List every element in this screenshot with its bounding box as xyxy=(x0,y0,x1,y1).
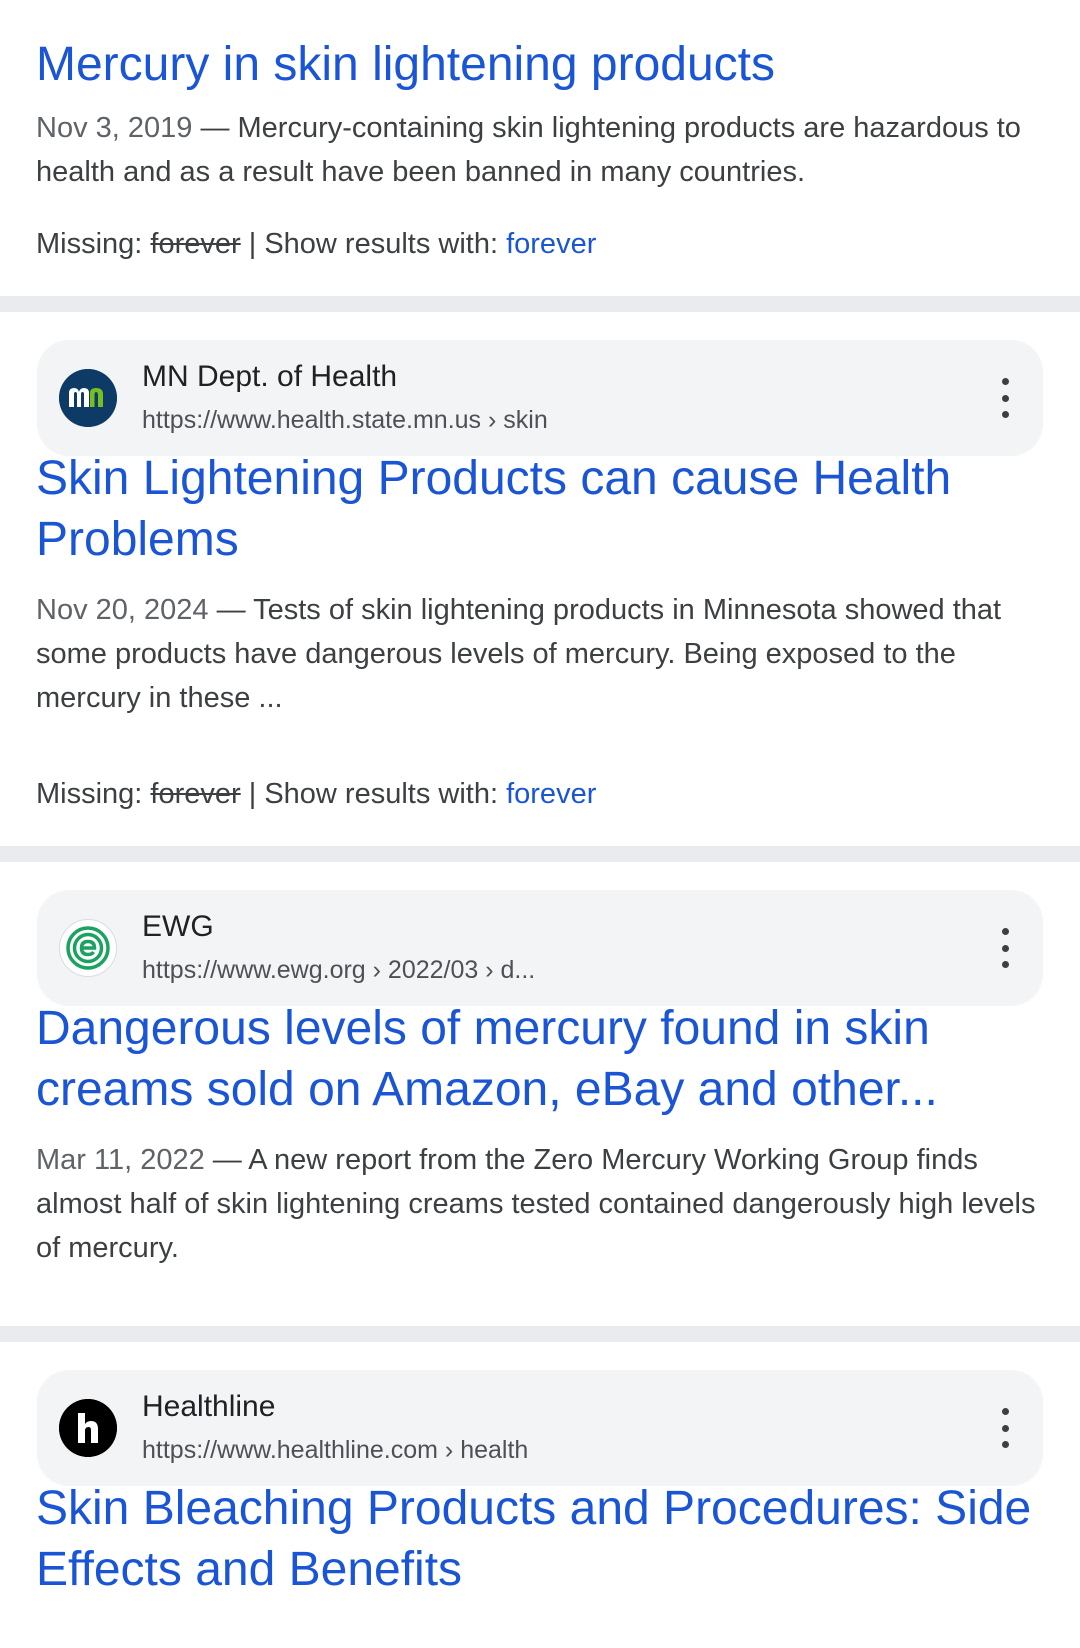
result-snippet: Mar 11, 2022 — A new report from the Zer… xyxy=(36,1138,1056,1270)
search-result-2: MN Dept. of Health https://www.health.st… xyxy=(0,312,1080,846)
missing-terms: Missing: forever | Show results with: fo… xyxy=(36,774,596,814)
date-separator: — xyxy=(204,1144,249,1176)
source-chip[interactable]: MN Dept. of Health https://www.health.st… xyxy=(37,340,1043,456)
result-divider xyxy=(0,1326,1080,1342)
show-results-link[interactable]: forever xyxy=(506,778,596,810)
missing-terms: Missing: forever | Show results with: fo… xyxy=(36,224,596,264)
result-title-link[interactable]: Mercury in skin lightening products xyxy=(36,34,1046,95)
more-vert-icon[interactable] xyxy=(995,1408,1015,1448)
missing-term: forever xyxy=(150,778,241,810)
site-url: https://www.health.state.mn.us › skin xyxy=(142,406,548,434)
missing-label: Missing: xyxy=(36,228,151,260)
date-separator: — xyxy=(192,112,238,144)
result-title-link[interactable]: Skin Lightening Products can cause Healt… xyxy=(36,448,1046,570)
missing-term: forever xyxy=(150,228,241,260)
ewg-favicon-icon xyxy=(59,919,117,977)
site-name: MN Dept. of Health xyxy=(142,360,398,393)
result-date: Nov 20, 2024 xyxy=(36,594,209,626)
result-title-link[interactable]: Skin Bleaching Products and Procedures: … xyxy=(36,1478,1046,1600)
site-url: https://www.ewg.org › 2022/03 › d... xyxy=(142,956,536,984)
result-date: Mar 11, 2022 xyxy=(36,1144,205,1176)
search-result-4: Healthline https://www.healthline.com › … xyxy=(0,1342,1080,1648)
show-results-label: | Show results with: xyxy=(240,228,507,260)
search-result-3: EWG https://www.ewg.org › 2022/03 › d...… xyxy=(0,862,1080,1324)
result-divider xyxy=(0,296,1080,312)
site-name: Healthline xyxy=(142,1390,276,1423)
search-result-1: Mercury in skin lightening products Nov … xyxy=(0,0,1080,296)
show-results-label: | Show results with: xyxy=(240,778,507,810)
mn-health-favicon-icon xyxy=(59,369,117,427)
source-chip[interactable]: EWG https://www.ewg.org › 2022/03 › d... xyxy=(37,890,1043,1006)
result-snippet: Nov 20, 2024 — Tests of skin lightening … xyxy=(36,588,1056,720)
result-divider xyxy=(0,846,1080,862)
more-vert-icon[interactable] xyxy=(995,928,1015,968)
date-separator: — xyxy=(208,594,254,626)
site-name: EWG xyxy=(142,910,214,943)
source-chip[interactable]: Healthline https://www.healthline.com › … xyxy=(37,1370,1043,1486)
more-vert-icon[interactable] xyxy=(995,378,1015,418)
site-url: https://www.healthline.com › health xyxy=(142,1436,529,1464)
missing-label: Missing: xyxy=(36,778,151,810)
result-title-link[interactable]: Dangerous levels of mercury found in ski… xyxy=(36,998,1046,1120)
healthline-favicon-icon xyxy=(59,1399,117,1457)
show-results-link[interactable]: forever xyxy=(506,228,596,260)
result-snippet: Nov 3, 2019 — Mercury-containing skin li… xyxy=(36,106,1056,194)
result-date: Nov 3, 2019 xyxy=(36,112,193,144)
